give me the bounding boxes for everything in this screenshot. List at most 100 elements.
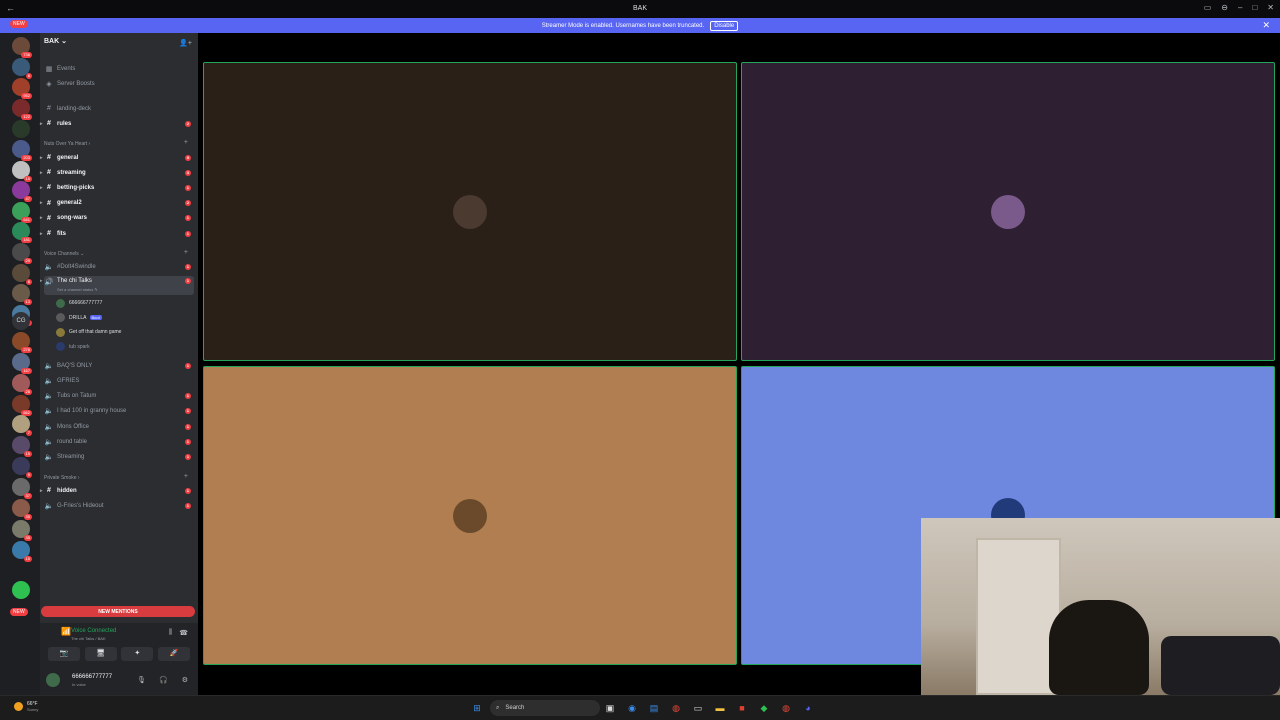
server-icon[interactable]: 203 (12, 140, 32, 161)
server-icon[interactable]: 9 (12, 457, 32, 478)
minimize-button[interactable]: – (1238, 3, 1242, 12)
voice-channel[interactable]: 🔈 I had 100 in granny house 1 (44, 405, 194, 418)
server-icon[interactable]: 278 (12, 332, 32, 353)
file-explorer-icon[interactable]: ▬ (713, 701, 727, 715)
server-icon[interactable]: 8 (12, 58, 32, 79)
server-icon[interactable]: 28 (12, 374, 32, 395)
server-icon[interactable]: 641 (12, 202, 32, 223)
start-icon[interactable]: ⊞ (470, 701, 484, 715)
store-icon[interactable]: ▤ (647, 701, 661, 715)
maximize-button[interactable]: □ (1252, 3, 1257, 12)
text-channel[interactable]: ▸ # betting-picks 1 (40, 181, 194, 194)
voice-channel[interactable]: 🔈 Mons Office 1 (44, 420, 194, 433)
server-icon[interactable]: 15 (12, 541, 32, 562)
server-icon[interactable]: 7 (12, 415, 32, 436)
disconnect-icon[interactable]: ☎ (179, 629, 188, 637)
taskbar-search[interactable]: ⌕ Search (490, 700, 600, 716)
server-icon[interactable]: 13 (12, 284, 32, 305)
camera-button[interactable]: 📷 (48, 647, 80, 661)
text-channel[interactable]: ▸ # rules 2 (40, 117, 194, 130)
server-badge: 203 (21, 155, 32, 161)
microphone-icon[interactable]: 🎙 (137, 676, 146, 684)
server-icon[interactable]: 15 (12, 161, 32, 182)
app-icon-green[interactable]: ◆ (757, 701, 771, 715)
server-badge: 15 (23, 556, 32, 562)
headphones-icon[interactable]: 🎧 (159, 676, 168, 684)
chrome-icon[interactable]: ◍ (669, 701, 683, 715)
voice-channel-active[interactable]: ▸ 🔊 The chi Talks 1 Set a channel status… (40, 276, 194, 295)
voice-channel[interactable]: 🔈 Streaming 1 (44, 451, 194, 464)
server-icon[interactable]: 662 (12, 395, 32, 416)
new-mentions-button[interactable]: NEW MENTIONS (41, 606, 195, 617)
server-icon[interactable]: 181 (12, 222, 32, 243)
text-channel[interactable]: ▸ # streaming 3 (40, 166, 194, 179)
edge-icon[interactable]: ◉ (625, 701, 639, 715)
server-icon[interactable] (12, 120, 30, 138)
text-channel[interactable]: ▸ # fits 1 (40, 227, 194, 240)
text-channel[interactable]: ▸ # song-wars 1 (40, 212, 194, 225)
settings-gear-icon[interactable]: ⚙ (182, 676, 188, 684)
app-icon[interactable]: ■ (735, 701, 749, 715)
private-channel[interactable]: ▸ # hidden 1 (40, 484, 194, 497)
screen-share-button[interactable]: 🖥 (84, 647, 117, 661)
noise-suppression-icon[interactable]: ⫼ (169, 629, 172, 637)
voice-user[interactable]: Get off that damn game (56, 326, 121, 338)
guild-name[interactable]: BAK ⌄ (44, 37, 67, 45)
terminal-icon[interactable]: ▭ (691, 701, 705, 715)
server-icon[interactable]: 15 (12, 436, 32, 457)
channel-status[interactable]: Set a channel status ✎ (57, 287, 98, 292)
participant-tile[interactable] (203, 62, 737, 361)
server-icon[interactable]: 37 (12, 478, 32, 499)
server-icon[interactable]: 952 (12, 78, 32, 99)
channel-label: G-Fries's Hideout (57, 502, 104, 509)
private-channel[interactable]: 🔈 G-Fries's Hideout 1 (44, 499, 194, 512)
voice-channel[interactable]: 🔈 Tubs on Tatum 1 (44, 390, 194, 403)
invite-icon[interactable]: 👤+ (179, 39, 192, 47)
events-item[interactable]: ▦ Events (44, 62, 194, 75)
text-channel[interactable]: # landing-deck (44, 102, 194, 115)
server-icon[interactable]: 8 (12, 264, 32, 285)
voice-user[interactable]: DRILLA Boot (56, 312, 102, 324)
text-channel[interactable]: ▸ # general 9 (40, 151, 194, 164)
voice-channel[interactable]: 🔈 BAQ'S ONLY 1 (44, 359, 194, 372)
task-view-icon[interactable]: ▣ (603, 701, 617, 715)
voice-connected-label[interactable]: Voice Connected (71, 628, 116, 634)
channel-label: general (57, 154, 79, 161)
server-icon[interactable] (12, 581, 30, 599)
server-icon[interactable]: 122 (12, 99, 32, 120)
close-button[interactable]: ✕ (1267, 3, 1274, 12)
chevron-icon: ▸ (40, 200, 43, 207)
add-private-icon[interactable]: + (184, 473, 188, 480)
add-channel-icon[interactable]: + (184, 139, 188, 146)
voice-user[interactable]: 666666777777 (56, 297, 102, 309)
banner-close-icon[interactable]: ✕ (1262, 20, 1270, 31)
server-icon[interactable]: 35 (12, 520, 32, 541)
chrome-icon-2[interactable]: ◍ (779, 701, 793, 715)
weather-widget[interactable]: 66°F Sunny (14, 701, 38, 712)
text-channel[interactable]: ▸ # general2 2 (40, 197, 194, 210)
participant-tile[interactable] (741, 62, 1275, 361)
discord-icon[interactable]: ◕ (801, 701, 815, 715)
server-icon-cg[interactable]: CG (12, 312, 30, 330)
soundboard-button[interactable]: 🚀 (157, 647, 190, 661)
participant-tile[interactable] (203, 366, 737, 665)
add-voice-icon[interactable]: + (184, 249, 188, 256)
username[interactable]: 666666777777 (72, 674, 112, 680)
avatar[interactable] (46, 673, 60, 687)
voice-channel[interactable]: 🔈 GFRIES (44, 374, 194, 387)
activities-button[interactable]: ✦ (121, 647, 154, 661)
voice-user[interactable]: tub spark (56, 341, 90, 353)
voice-channel-doit4swindle[interactable]: 🔈 #DoIt4Swindle 1 (44, 260, 194, 273)
server-icon[interactable]: 736 (12, 37, 32, 58)
voice-channel-path[interactable]: The chi Talks / BAK (71, 636, 106, 641)
voice-channel[interactable]: 🔈 round table 1 (44, 436, 194, 449)
help-icon[interactable]: ⊖ (1221, 3, 1228, 12)
server-icon[interactable]: 167 (12, 353, 32, 374)
server-icon[interactable]: 29 (12, 243, 32, 264)
unread-count: 1 (184, 184, 191, 191)
server-icon[interactable]: 35 (12, 499, 32, 520)
inbox-icon[interactable]: ▭ (1204, 3, 1212, 12)
server-icon[interactable]: 47 (12, 181, 32, 202)
server-boosts-item[interactable]: ◈ Server Boosts (44, 77, 194, 90)
disable-button[interactable]: Disable (710, 20, 739, 31)
